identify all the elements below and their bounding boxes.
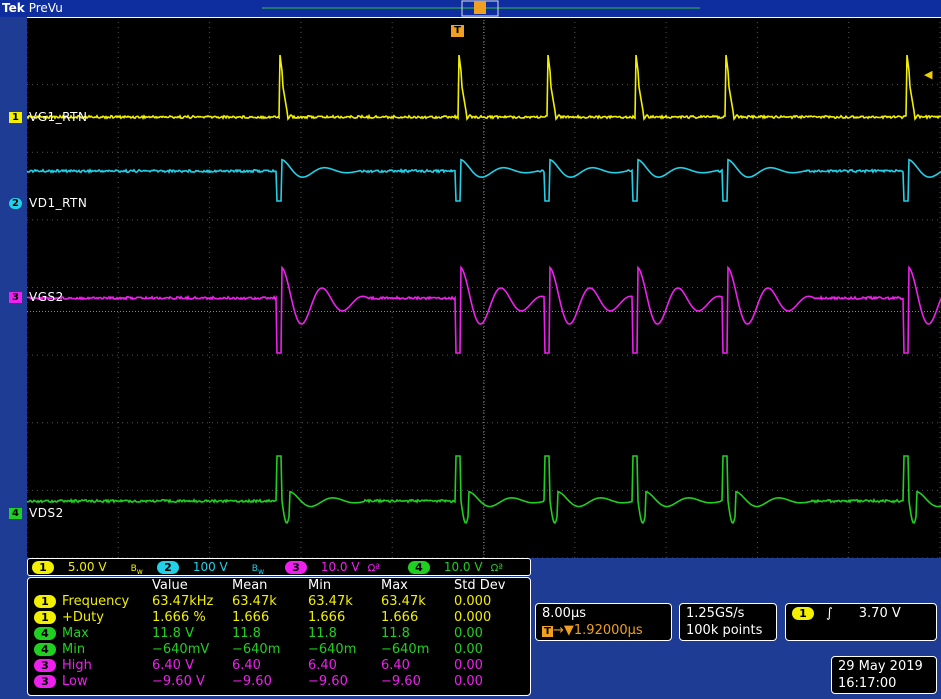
- measurement-stddev: 0.000: [454, 610, 492, 625]
- measurement-mean: 6.40: [232, 658, 261, 673]
- measurement-min: 6.40: [308, 658, 337, 673]
- waveform-graticule: [27, 17, 941, 558]
- horizontal-delay: T →▼1.92000µs: [542, 623, 643, 638]
- measurement-max: 11.8: [381, 626, 410, 641]
- measurement-value: 1.666 %: [152, 610, 206, 625]
- timebase-box[interactable]: 8.00µs T →▼1.92000µs: [535, 603, 672, 641]
- measurement-name: Low: [62, 674, 88, 689]
- measurement-mean: 11.8: [232, 626, 261, 641]
- measurement-row[interactable]: 4 Max 11.8 V 11.8 11.8 11.8 0.00: [28, 626, 528, 642]
- impedance-icon: Ωª: [490, 563, 503, 574]
- measurement-min: 1.666: [308, 610, 346, 625]
- ch4-setting[interactable]: 4 10.0 V Ωª: [408, 560, 503, 574]
- measurement-channel-badge: 3: [34, 659, 56, 672]
- measurement-channel-badge: 1: [34, 595, 56, 608]
- measurements-header: Value Mean Min Max Std Dev: [28, 578, 528, 594]
- trigger-box[interactable]: 1 ∫ 3.70 V: [785, 603, 937, 641]
- ch3-trace: [27, 265, 941, 354]
- measurement-name: Min: [62, 642, 86, 657]
- ch1-label: VG1_RTN: [29, 110, 88, 124]
- measurement-value: 63.47kHz: [152, 594, 214, 609]
- ch3-marker-icon[interactable]: 3: [9, 292, 22, 303]
- col-mean: Mean: [232, 578, 268, 593]
- trigger-position-icon[interactable]: T: [451, 25, 464, 37]
- measurement-max: −640m: [381, 642, 430, 657]
- measurement-row[interactable]: 1 +Duty 1.666 % 1.666 1.666 1.666 0.000: [28, 610, 528, 626]
- record-overview: [262, 0, 700, 17]
- bandwidth-icon: Bw: [130, 564, 143, 576]
- col-value: Value: [152, 578, 188, 593]
- ch2-setting[interactable]: 2 100 V Bw: [157, 560, 265, 576]
- ch4-marker-icon[interactable]: 4: [9, 508, 22, 519]
- sampling-box[interactable]: 1.25GS/s 100k points: [679, 603, 777, 641]
- measurement-mean: 63.47k: [232, 594, 277, 609]
- horizontal-scale: 8.00µs: [542, 606, 586, 621]
- measurement-max: 63.47k: [381, 594, 426, 609]
- record-length: 100k points: [686, 623, 763, 638]
- measurement-max: 6.40: [381, 658, 410, 673]
- measurement-channel-badge: 4: [34, 643, 56, 656]
- measurement-stddev: 0.00: [454, 642, 483, 657]
- measurement-stddev: 0.000: [454, 594, 492, 609]
- ch4-label: VDS2: [29, 506, 64, 520]
- measurement-min: 11.8: [308, 626, 337, 641]
- measurement-min: 63.47k: [308, 594, 353, 609]
- measurements-table[interactable]: Value Mean Min Max Std Dev 1 Frequency 63.…: [27, 577, 531, 696]
- ch3-label: VGS2: [29, 290, 64, 304]
- ch2-label: VD1_RTN: [29, 196, 88, 210]
- ch3-setting[interactable]: 3 10.0 V Ωª: [285, 560, 380, 574]
- measurement-row[interactable]: 4 Min −640mV −640m −640m −640m 0.00: [28, 642, 528, 658]
- trigger-source: 1: [792, 607, 814, 620]
- measurement-max: −9.60: [381, 674, 421, 689]
- channel-settings-strip[interactable]: 1 5.00 V Bw 2 100 V Bw 3 10.0 V Ωª 4 10.0 V…: [27, 558, 531, 576]
- measurement-stddev: 0.00: [454, 674, 483, 689]
- measurement-mean: −9.60: [232, 674, 272, 689]
- measurement-mean: 1.666: [232, 610, 270, 625]
- datetime-box: 29 May 2019 16:17:00: [831, 656, 937, 694]
- measurement-name: Frequency: [62, 594, 130, 609]
- col-stddev: Std Dev: [454, 578, 506, 593]
- measurement-stddev: 0.00: [454, 658, 483, 673]
- measurement-channel-badge: 4: [34, 627, 56, 640]
- ch2-marker-icon[interactable]: 2: [9, 198, 22, 209]
- sample-rate: 1.25GS/s: [686, 606, 745, 621]
- rising-edge-icon: ∫: [826, 606, 833, 621]
- trigger-icon: T: [542, 626, 553, 637]
- measurement-stddev: 0.00: [454, 626, 483, 641]
- measurement-min: −9.60: [308, 674, 348, 689]
- bandwidth-icon: Bw: [251, 564, 265, 576]
- ch1-marker-icon[interactable]: 1: [9, 112, 22, 123]
- measurement-value: −9.60 V: [152, 674, 205, 689]
- measurement-value: 11.8 V: [152, 626, 194, 641]
- measurement-name: +Duty: [62, 610, 104, 625]
- top-bar: Tek PreVu: [0, 0, 941, 17]
- impedance-icon: Ωª: [367, 563, 380, 574]
- date: 29 May 2019: [838, 659, 923, 674]
- measurement-value: −640mV: [152, 642, 210, 657]
- measurement-name: Max: [62, 626, 89, 641]
- measurement-row[interactable]: 3 Low −9.60 V −9.60 −9.60 −9.60 0.00: [28, 674, 528, 690]
- measurement-value: 6.40 V: [152, 658, 194, 673]
- waveform-display[interactable]: [27, 17, 941, 558]
- col-min: Min: [308, 578, 332, 593]
- measurement-mean: −640m: [232, 642, 281, 657]
- measurement-row[interactable]: 1 Frequency 63.47kHz 63.47k 63.47k 63.47k 0.00…: [28, 594, 528, 610]
- col-max: Max: [381, 578, 408, 593]
- measurement-channel-badge: 1: [34, 611, 56, 624]
- time: 16:17:00: [838, 676, 897, 691]
- ch1-setting[interactable]: 1 5.00 V Bw: [32, 560, 143, 576]
- measurement-name: High: [62, 658, 92, 673]
- oscilloscope-screen: Tek PreVu 1 VG1_RTN 2 VD1_RTN 3 VGS2 4 VD…: [0, 0, 941, 699]
- measurement-channel-badge: 3: [34, 675, 56, 688]
- trigger-level: 3.70 V: [858, 606, 901, 621]
- measurement-max: 1.666: [381, 610, 419, 625]
- measurement-min: −640m: [308, 642, 357, 657]
- trigger-level-arrow-icon[interactable]: ◀: [924, 68, 932, 81]
- measurement-row[interactable]: 3 High 6.40 V 6.40 6.40 6.40 0.00: [28, 658, 528, 674]
